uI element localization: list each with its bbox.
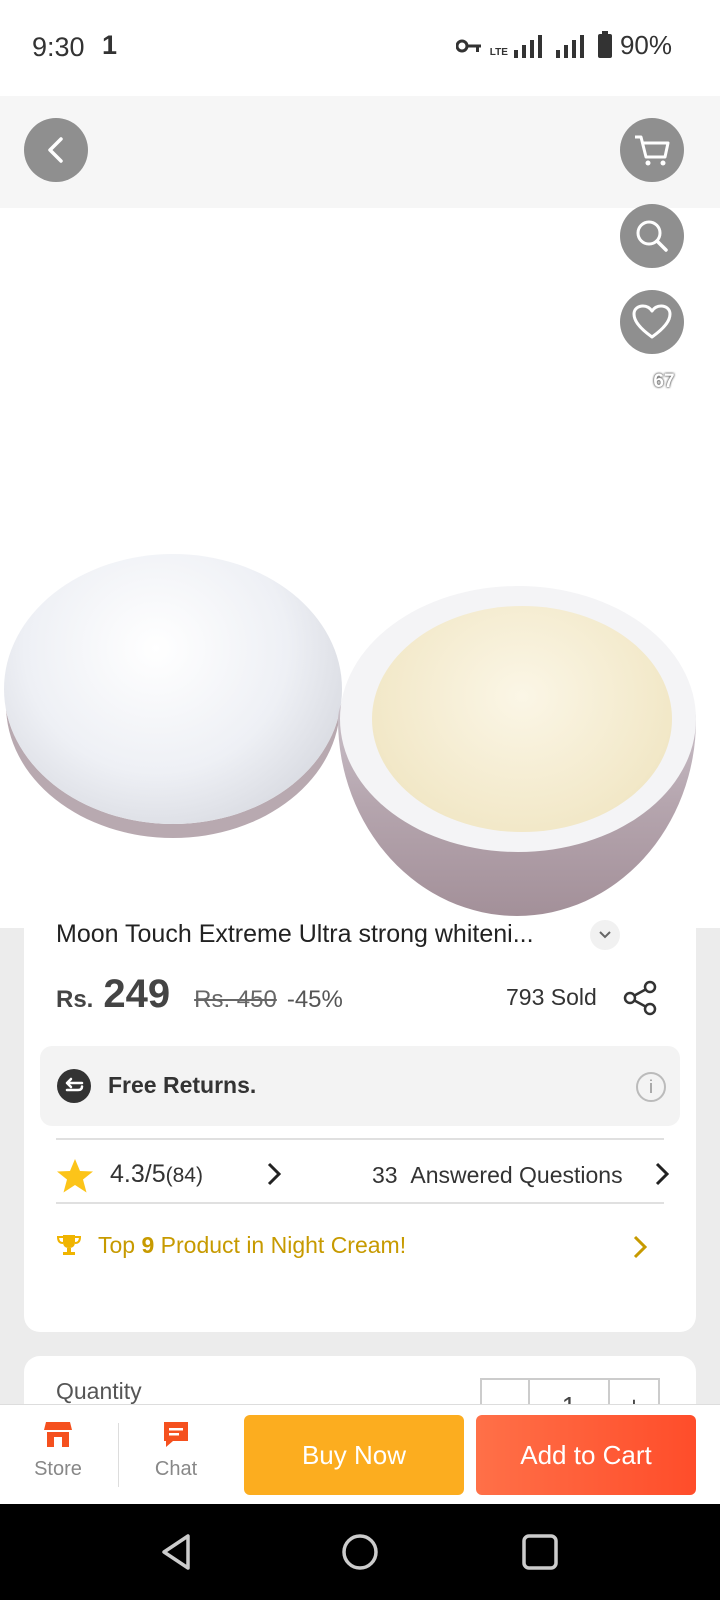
expand-title-button[interactable] xyxy=(590,920,620,950)
free-returns-banner[interactable]: Free Returns. i xyxy=(40,1046,680,1126)
product-image-cream xyxy=(372,606,672,832)
quantity-label: Quantity xyxy=(56,1378,142,1404)
price-row: Rs. 249 Rs. 450 -45% xyxy=(56,972,343,1017)
original-price: Rs. 450 xyxy=(194,986,277,1013)
status-time: 9:30 xyxy=(32,32,85,62)
rating-score: 4.3/5(84) xyxy=(110,1160,203,1188)
chat-icon xyxy=(164,1422,188,1447)
nav-back-icon[interactable] xyxy=(156,1530,200,1574)
divider xyxy=(118,1423,119,1487)
chevron-down-icon xyxy=(599,931,611,939)
nav-home-icon[interactable] xyxy=(338,1530,382,1574)
heart-icon xyxy=(632,304,672,339)
chevron-right-icon xyxy=(267,1162,282,1186)
notification-indicator: 1 xyxy=(102,30,118,60)
divider xyxy=(56,1202,664,1204)
share-icon[interactable] xyxy=(622,980,658,1016)
product-image-lid xyxy=(4,554,342,824)
network-type: LTE xyxy=(489,46,508,58)
add-to-cart-button[interactable]: Add to Cart xyxy=(476,1415,696,1495)
signal-icon: LTE xyxy=(490,34,584,58)
ranking-row[interactable]: Top 9 Product in Night Cream! xyxy=(56,1224,664,1268)
divider xyxy=(56,1138,664,1140)
wishlist-count: 67 xyxy=(653,371,675,392)
product-title[interactable]: Moon Touch Extreme Ultra strong whiteni.… xyxy=(56,920,646,956)
info-icon[interactable]: i xyxy=(636,1072,666,1102)
rating-row[interactable]: 4.3/5(84) 33 Answered Questions xyxy=(56,1146,670,1202)
chat-label: Chat xyxy=(154,1458,198,1480)
battery-icon xyxy=(597,30,612,58)
status-right: LTE 90% xyxy=(455,30,672,61)
product-info-card: Moon Touch Extreme Ultra strong whiteni.… xyxy=(24,920,696,1332)
answered-questions[interactable]: 33 Answered Questions xyxy=(372,1162,623,1189)
wishlist-button[interactable] xyxy=(620,290,684,354)
buy-now-button[interactable]: Buy Now xyxy=(244,1415,464,1495)
discount-badge: -45% xyxy=(286,986,343,1013)
header-band xyxy=(0,96,720,208)
system-nav-bar xyxy=(0,1504,720,1600)
store-label: Store xyxy=(34,1458,82,1480)
chevron-right-icon xyxy=(633,1235,648,1259)
store-button[interactable]: Store xyxy=(18,1419,98,1481)
sold-count: 793 Sold xyxy=(506,984,597,1010)
rating-count: (84) xyxy=(165,1164,203,1187)
trophy-icon xyxy=(56,1235,82,1255)
status-bar: 9:30 1 LTE 90% xyxy=(0,0,720,96)
product-gallery[interactable]: 67 xyxy=(0,96,720,928)
free-returns-label: Free Returns. xyxy=(108,1072,257,1098)
chat-button[interactable]: Chat xyxy=(136,1419,216,1481)
battery-level: 90% xyxy=(619,30,672,60)
cart-button[interactable] xyxy=(620,118,684,182)
chevron-right-icon xyxy=(655,1162,670,1186)
ranking-text: Top 9 Product in Night Cream! xyxy=(98,1232,407,1258)
cart-icon xyxy=(635,135,670,166)
currency: Rs. xyxy=(56,986,94,1013)
star-icon xyxy=(57,1159,93,1193)
back-button[interactable] xyxy=(24,118,88,182)
vpn-key-icon xyxy=(455,39,481,52)
return-icon xyxy=(57,1069,91,1103)
bottom-action-bar: Store Chat Buy Now Add to Cart xyxy=(0,1404,720,1504)
nav-recents-icon[interactable] xyxy=(518,1530,562,1574)
store-icon xyxy=(44,1422,72,1447)
search-button[interactable] xyxy=(620,204,684,268)
current-price: 249 xyxy=(103,972,171,1016)
back-icon xyxy=(48,137,63,163)
search-icon xyxy=(636,220,668,252)
